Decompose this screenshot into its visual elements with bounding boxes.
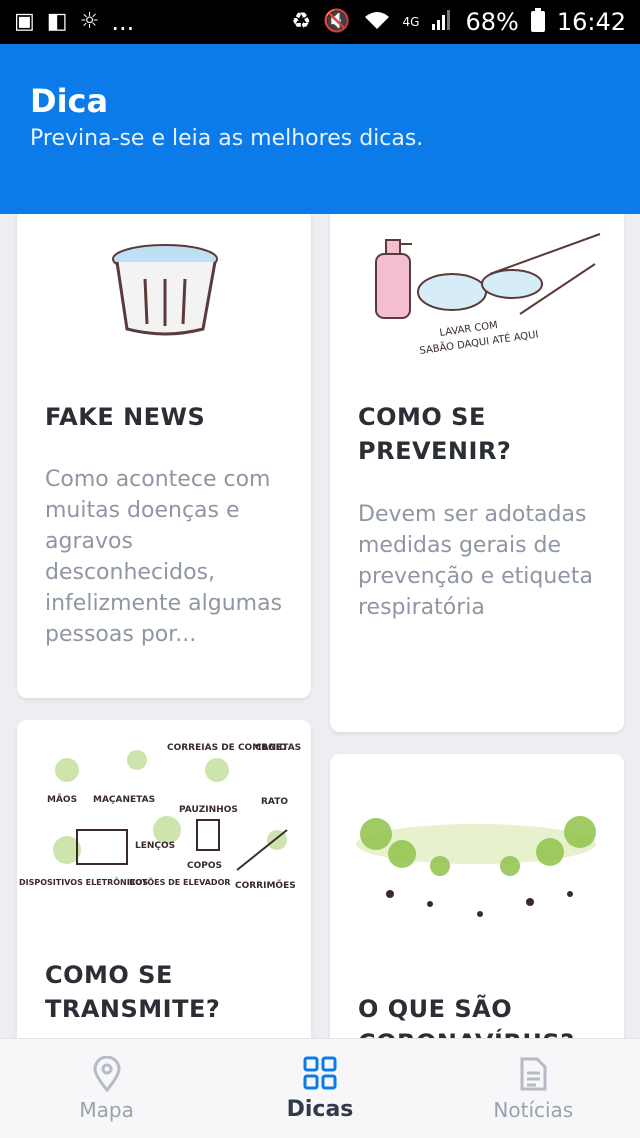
image-label: CANETAS — [255, 743, 301, 753]
card-description: Como acontece com muitas doenças e agrav… — [45, 467, 283, 647]
grid-icon — [303, 1056, 337, 1090]
image-label: LENÇOS — [135, 841, 175, 851]
status-bar: ▣ ◧ ☼ ... ♻ 🔇 4G 68% 16:42 — [0, 0, 640, 44]
nav-item-noticias[interactable]: Notícias — [427, 1039, 640, 1138]
map-pin-icon — [93, 1055, 121, 1092]
page-subtitle: Previna-se e leia as melhores dicas. — [30, 126, 424, 151]
image-label: MAÇANETAS — [93, 795, 155, 805]
document-icon — [520, 1057, 547, 1090]
wifi-icon — [363, 9, 391, 36]
image-notification-icon: ▣ — [14, 9, 35, 34]
card-title: FAKE NEWS — [45, 403, 206, 431]
sneeze-droplets-illustration — [356, 816, 596, 917]
image-label: MÃOS — [47, 794, 77, 805]
network-type: 4G — [402, 15, 420, 29]
nav-item-dicas[interactable]: Dicas — [213, 1039, 426, 1138]
tip-card-transmission[interactable]: MÃOS MAÇANETAS CORREIAS DE COMBOIO CANET… — [17, 720, 311, 1038]
nav-label-noticias: Notícias — [493, 1097, 574, 1122]
weather-notification-icon: ☼ — [79, 9, 100, 34]
nav-item-mapa[interactable]: Mapa — [0, 1039, 213, 1138]
bottom-navigation: Mapa Dicas Notícias — [0, 1038, 640, 1138]
clock: 16:42 — [556, 8, 626, 36]
tip-card-prevention[interactable]: LAVAR COM SABÃO DAQUI ATÉ AQUI COMO SE P… — [330, 214, 624, 732]
image-label: PAUZINHOS — [179, 805, 238, 815]
notification-overflow: ... — [111, 8, 135, 36]
tip-card-coronavirus[interactable]: O QUE SÃO CORONAVÍRUS? — [330, 754, 624, 1038]
signal-icon — [431, 9, 453, 36]
nav-label-dicas: Dicas — [286, 1097, 354, 1122]
card-title: COMO SE PREVENIR? — [358, 403, 512, 465]
image-label: BOTÕES DE ELEVADOR — [129, 876, 231, 887]
trash-bin-illustration — [112, 244, 218, 336]
tips-grid[interactable]: FAKE NEWS Como acontece com muitas doenç… — [0, 214, 640, 1038]
mute-icon: 🔇 — [323, 9, 351, 34]
image-label: RATO — [261, 797, 288, 807]
image-label: COPOS — [187, 861, 222, 871]
card-title: COMO SE TRANSMITE? — [45, 961, 221, 1023]
card-description: Devem ser adotadas medidas gerais de pre… — [358, 502, 593, 620]
card-title: O QUE SÃO CORONAVÍRUS? — [358, 995, 574, 1038]
recycle-icon: ♻ — [291, 9, 312, 34]
image-label: CORRIMÕES — [235, 879, 296, 891]
hand-washing-illustration: LAVAR COM SABÃO DAQUI ATÉ AQUI — [375, 233, 601, 357]
contaminated-objects-illustration: MÃOS MAÇANETAS CORREIAS DE COMBOIO CANET… — [19, 743, 301, 891]
app-header: Dica Previna-se e leia as melhores dicas… — [0, 44, 640, 214]
battery-icon — [530, 7, 545, 37]
flipboard-notification-icon: ◧ — [46, 9, 68, 34]
tip-card-fake-news[interactable]: FAKE NEWS Como acontece com muitas doenç… — [17, 214, 311, 698]
page-title: Dica — [30, 82, 109, 120]
nav-label-mapa: Mapa — [79, 1097, 134, 1122]
battery-percent: 68% — [465, 8, 519, 36]
